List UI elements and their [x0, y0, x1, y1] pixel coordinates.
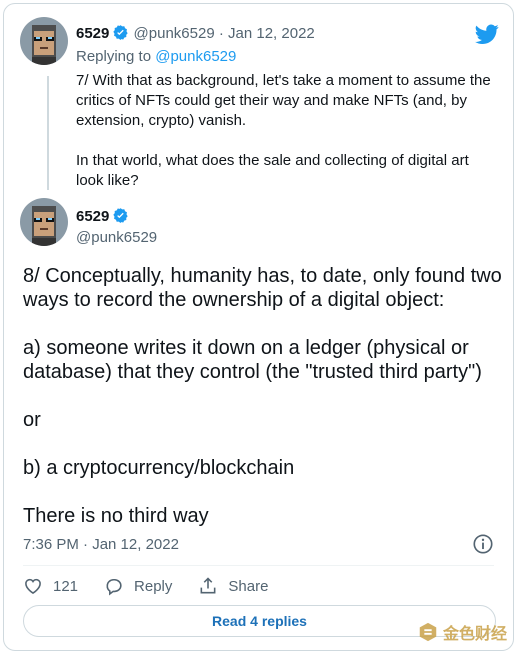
header-separator: ·: [214, 25, 229, 42]
main-paragraph: There is no third way: [23, 505, 209, 527]
main-paragraph: a) someone writes it down on a ledger (p…: [23, 337, 482, 383]
main-handle[interactable]: @punk6529: [76, 229, 157, 246]
parent-date[interactable]: Jan 12, 2022: [228, 25, 315, 42]
replying-to-line: Replying to @punk6529: [76, 48, 236, 65]
reply-bubble-icon: [106, 578, 122, 596]
replying-handle-link[interactable]: @punk6529: [155, 48, 236, 65]
parent-tweet-text: 7/ With that as background, let's take a…: [76, 71, 496, 191]
cryptopunk-avatar-icon: [20, 198, 68, 246]
reply-label: Reply: [134, 577, 173, 595]
verified-badge-icon: [113, 25, 129, 40]
parent-paragraph: In that world, what does the sale and co…: [76, 152, 469, 189]
main-author-line: 6529: [76, 207, 129, 226]
action-bar: 121 Reply Share: [23, 575, 294, 597]
share-button[interactable]: Share: [198, 576, 268, 596]
main-paragraph: 8/ Conceptually, humanity has, to date, …: [23, 265, 502, 311]
parent-paragraph: 7/ With that as background, let's take a…: [76, 72, 491, 129]
watermark: 金色财经: [417, 620, 507, 644]
parent-avatar[interactable]: [20, 17, 68, 65]
watermark-text: 金色财经: [442, 626, 507, 643]
like-count: 121: [53, 577, 79, 595]
main-avatar[interactable]: [20, 198, 68, 246]
share-label: Share: [228, 577, 269, 595]
watermark-logo-icon: [419, 622, 437, 642]
info-icon[interactable]: [472, 533, 494, 555]
share-icon: [200, 577, 216, 594]
heart-icon: [25, 578, 41, 595]
main-paragraph: b) a cryptocurrency/blockchain: [23, 457, 295, 479]
parent-handle[interactable]: @punk6529: [134, 25, 215, 42]
divider: [23, 565, 494, 566]
verified-badge-icon: [113, 208, 129, 223]
like-button[interactable]: 121: [23, 576, 78, 596]
parent-author-name[interactable]: 6529: [76, 25, 109, 42]
replying-label: Replying to: [76, 48, 156, 65]
tweet-timestamp[interactable]: 7:36 PM · Jan 12, 2022: [23, 536, 179, 553]
cryptopunk-avatar-icon: [20, 17, 68, 65]
parent-tweet-header: 6529 @punk6529 · Jan 12, 2022: [76, 24, 315, 42]
main-tweet-text: 8/ Conceptually, humanity has, to date, …: [23, 264, 503, 552]
main-author-name[interactable]: 6529: [76, 208, 109, 225]
main-paragraph: or: [23, 409, 41, 431]
twitter-bird-icon[interactable]: [475, 22, 499, 46]
tweet-card: 6529 @punk6529 · Jan 12, 2022 Replying t…: [3, 3, 514, 651]
thread-connector-line: [47, 76, 49, 190]
reply-button[interactable]: Reply: [104, 576, 172, 596]
